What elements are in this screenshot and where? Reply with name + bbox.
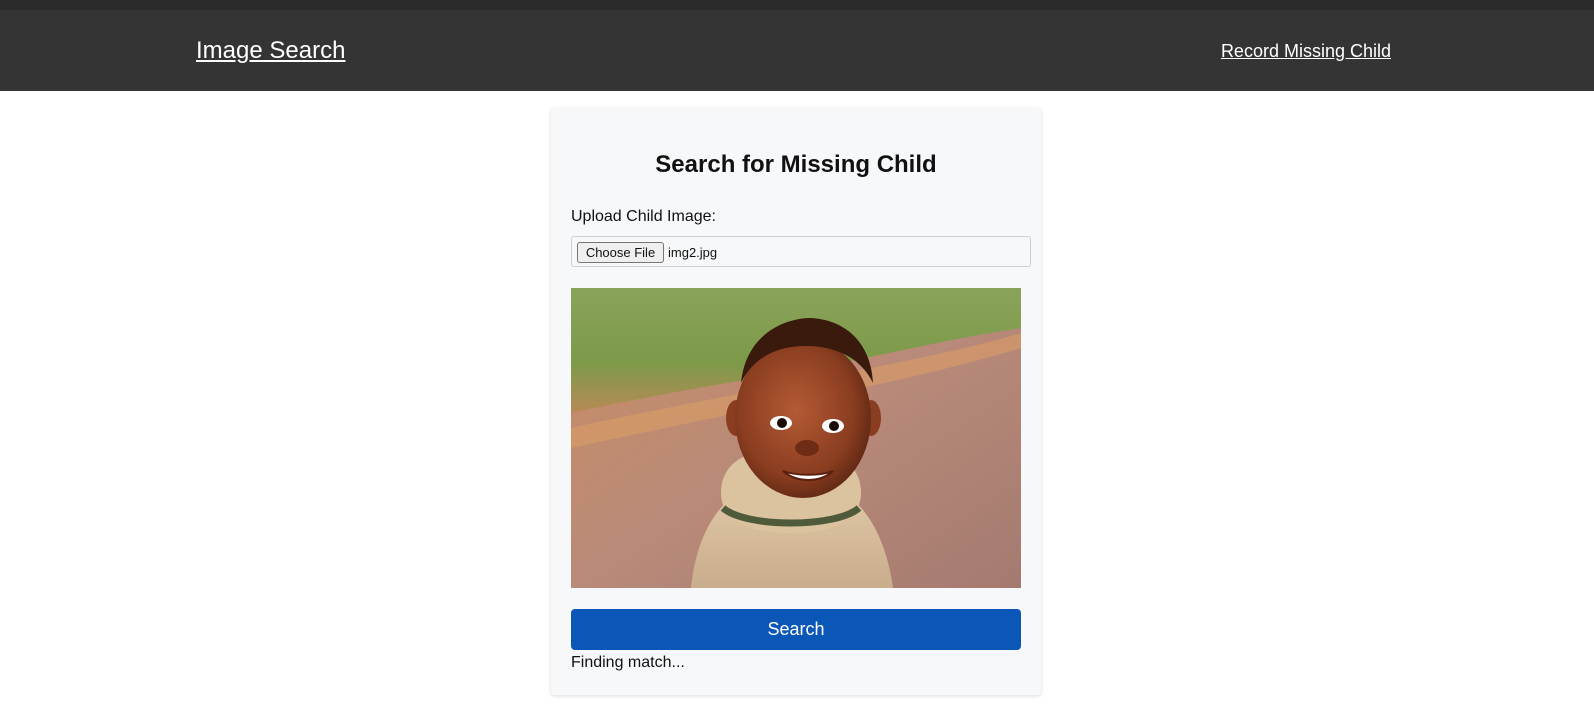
brand-link[interactable]: Image Search bbox=[196, 37, 345, 65]
search-card: Search for Missing Child Upload Child Im… bbox=[551, 108, 1041, 695]
selected-file-name: img2.jpg bbox=[668, 245, 718, 260]
page-title: Search for Missing Child bbox=[655, 151, 937, 178]
record-missing-child-link[interactable]: Record Missing Child bbox=[1221, 41, 1391, 62]
file-input[interactable]: Choose File img2.jpg bbox=[571, 236, 1031, 267]
nav-header: Image Search Record Missing Child bbox=[0, 10, 1594, 91]
search-button[interactable]: Search bbox=[571, 609, 1021, 650]
top-strip bbox=[0, 0, 1594, 10]
upload-label: Upload Child Image: bbox=[571, 208, 716, 225]
status-text: Finding match... bbox=[571, 654, 685, 671]
uploaded-image-preview bbox=[571, 288, 1021, 588]
choose-file-button[interactable]: Choose File bbox=[577, 242, 664, 263]
